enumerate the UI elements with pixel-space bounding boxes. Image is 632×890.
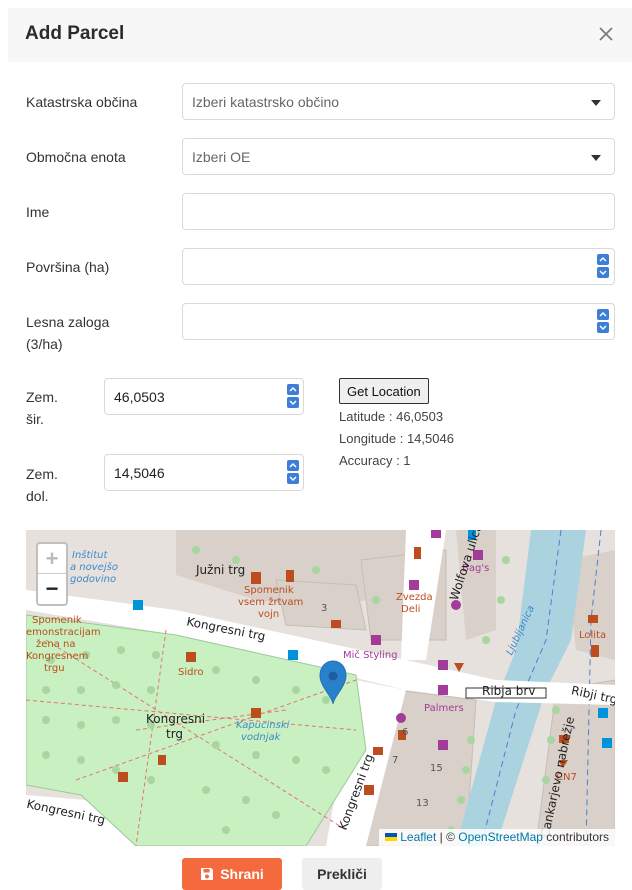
map-label-kapucinski-1: Kapucinski [236,720,290,731]
accuracy-text: Accuracy : 1 [339,453,411,468]
katastrska-obcina-placeholder: Izberi katastrsko občino [192,94,340,110]
povrsina-label: Površina (ha) [26,259,110,275]
attribution-contributors: contributors [542,830,609,844]
map-label-institut-1: Inštitut [72,550,108,561]
map-label-num-6: 6 [402,727,409,738]
chevron-down-icon[interactable] [287,473,299,484]
lesna-zaloga-label-line2: (3/ha) [26,336,63,352]
close-icon[interactable] [594,22,618,46]
osm-link[interactable]: OpenStreetMap [458,830,543,844]
chevron-down-icon[interactable] [287,397,299,408]
map-label-ribja-brv: Ribja brv [482,684,536,698]
zem-sir-input[interactable] [104,378,304,415]
map-label-kongresni-park-2: trg [166,727,184,741]
save-button[interactable]: Shrani [182,858,282,890]
zem-dol-label-line1: Zem. [26,466,58,482]
leaflet-link[interactable]: Leaflet [400,830,436,844]
save-label: Shrani [220,866,264,882]
map-zoom-control: + − [36,542,68,606]
map-label-kapucinski-2: vodnjak [241,732,281,743]
zem-dol-input[interactable] [104,454,304,491]
map-label-spomenik-zrtvam-3: vojn [258,609,280,620]
latitude-text: Latitude : 46,0503 [339,409,444,424]
map-label-num-7: 7 [392,755,399,766]
obmocna-enota-placeholder: Izberi OE [192,149,251,165]
zem-sir-label-line1: Zem. [26,389,58,405]
ime-label: Ime [26,204,50,220]
longitude-text: Longitude : 14,5046 [339,431,454,446]
map-attribution: Leaflet | © OpenStreetMap contributors [379,829,615,846]
get-location-button[interactable]: Get Location [339,378,429,404]
lesna-zaloga-input[interactable] [182,303,615,340]
map-label-institut-2: a novejšo [70,562,118,573]
katastrska-obcina-label: Katastrska občina [26,94,138,110]
map-label-spomenik-dem-2: emonstracijam [26,627,101,638]
map-label-spomenik-dem-3: žena na [36,639,76,650]
zem-sir-label: Zem. šir. [26,386,58,430]
chevron-down-icon[interactable] [597,267,609,278]
chevron-up-icon[interactable] [597,309,609,320]
ime-input[interactable] [182,193,615,230]
map-label-num-3: 3 [321,603,328,614]
map-label-lolita: Lolita [579,630,607,641]
map-label-sidro: Sidro [178,667,204,678]
map-label-zvezda-2: Deli [401,604,421,615]
zem-dol-label: Zem. dol. [26,463,58,507]
obmocna-enota-select[interactable]: Izberi OE [182,138,615,175]
lesna-zaloga-stepper[interactable] [597,309,609,333]
map-label-juzni-trg: Južni trg [196,563,246,577]
lesna-zaloga-label-line1: Lesna zaloga [26,314,110,330]
map-label-kongresni-park-1: Kongresni [146,712,206,726]
katastrska-obcina-select[interactable]: Izberi katastrsko občino [182,83,615,120]
map-label-num-13: 13 [416,798,429,809]
zem-sir-label-line2: šir. [26,411,44,427]
map-label-spomenik-dem-1: Spomenik [32,615,82,626]
chevron-up-icon[interactable] [287,460,299,471]
povrsina-stepper[interactable] [597,254,609,278]
zoom-in-button[interactable]: + [38,544,66,574]
map-label-zvezda-1: Zvezda [396,592,433,603]
chevron-down-icon [591,100,601,106]
ukraine-flag-icon [385,833,398,841]
zoom-out-button[interactable]: − [38,574,66,604]
povrsina-input[interactable] [182,248,615,285]
map[interactable]: Južni trg Kongresni trg Kongresni trg Ko… [26,530,615,846]
map-label-spomenik-zrtvam-2: vsem žrtvam [238,597,304,608]
chevron-down-icon[interactable] [597,322,609,333]
obmocna-enota-label: Območna enota [26,149,126,165]
zem-dol-label-line2: dol. [26,488,49,504]
modal-header: Add Parcel [8,8,632,62]
zem-dol-stepper[interactable] [287,460,299,484]
map-label-mic-styling: Mič Styling [343,650,398,661]
map-label-spomenik-zrtvam-1: Spomenik [244,585,294,596]
chevron-up-icon[interactable] [287,384,299,395]
map-label-institut-3: godovino [70,574,117,585]
zem-sir-stepper[interactable] [287,384,299,408]
map-label-spomenik-dem-4: Kongresnem [26,651,89,662]
chevron-up-icon[interactable] [597,254,609,265]
modal-title: Add Parcel [25,23,125,44]
chevron-down-icon [591,155,601,161]
map-label-num-15: 15 [430,763,443,774]
map-label-palmers: Palmers [424,703,464,714]
lesna-zaloga-label: Lesna zaloga (3/ha) [26,311,109,355]
cancel-button[interactable]: Prekliči [302,858,382,890]
map-label-spomenik-dem-5: trgu [44,663,65,674]
floppy-disk-icon [201,868,214,880]
attribution-separator: | © [436,830,459,844]
